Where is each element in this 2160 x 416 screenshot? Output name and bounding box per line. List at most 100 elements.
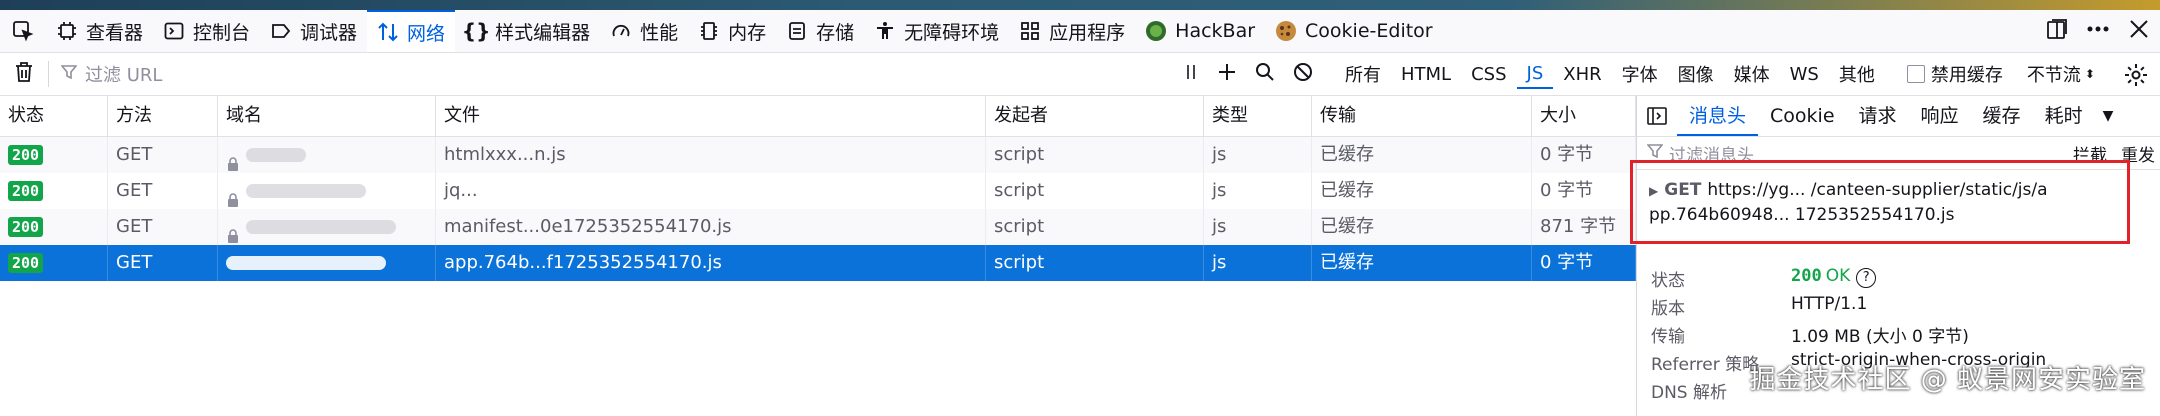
search-icon[interactable] <box>1255 62 1275 87</box>
memory-icon <box>698 20 720 42</box>
block-button[interactable]: 拦截 <box>2073 141 2107 166</box>
request-summary[interactable]: ▶ GET https://yg... /canteen-supplier/stat… <box>1637 170 2160 250</box>
redacted-domain <box>246 220 396 234</box>
trash-icon <box>14 61 34 88</box>
col-file[interactable]: 文件 <box>436 96 986 136</box>
tab-label: 控制台 <box>193 21 251 44</box>
gear-icon[interactable] <box>2124 63 2148 92</box>
toolbar-right-controls <box>2046 10 2150 52</box>
table-row[interactable]: 200 GET htmlxxx...n.js script js 已缓存 0 字… <box>0 137 1636 173</box>
type-filter-7[interactable]: 媒体 <box>1724 59 1780 89</box>
dock-icon[interactable] <box>2046 18 2068 45</box>
table-row[interactable]: 200 GET jq... script js 已缓存 0 字节 <box>0 173 1636 209</box>
tab-cookie[interactable]: Cookie <box>1758 96 1847 136</box>
tab-network[interactable]: 网络 <box>367 10 456 52</box>
tab-performance[interactable]: 性能 <box>600 10 688 52</box>
tab-console[interactable]: 控制台 <box>153 10 260 52</box>
checkbox[interactable] <box>1906 65 1925 83</box>
tab-memory[interactable]: 内存 <box>688 10 776 52</box>
throttle-select[interactable]: 不节流 ⬍ <box>2027 61 2095 87</box>
request-url-line2: pp.764b60948... 1725352554170.js <box>1649 205 1955 225</box>
col-initiator[interactable]: 发起者 <box>986 96 1204 136</box>
tab-application[interactable]: 应用程序 <box>1009 10 1135 52</box>
close-icon[interactable] <box>2128 18 2150 45</box>
type-filter-1[interactable]: HTML <box>1391 59 1461 89</box>
tab-label: 样式编辑器 <box>495 21 591 44</box>
performance-icon <box>610 20 632 42</box>
block-icon[interactable] <box>1293 62 1313 87</box>
method-cell: GET <box>108 209 218 245</box>
type-filter-9[interactable]: 其他 <box>1829 59 1885 89</box>
tab-response[interactable]: 响应 <box>1909 96 1971 136</box>
field-key: 传输 <box>1651 327 1685 347</box>
tab-style-editor[interactable]: {} 样式编辑器 <box>455 10 600 52</box>
status-badge: 200 <box>8 217 44 237</box>
field-version: 版本 HTTP/1.1 <box>1651 294 1867 319</box>
tab-accessibility[interactable]: 无障碍环境 <box>864 10 1009 52</box>
tab-cookie-editor[interactable]: Cookie-Editor <box>1265 10 1443 52</box>
tab-debugger[interactable]: 调试器 <box>260 10 367 52</box>
initiator-cell: script <box>986 209 1204 245</box>
type-cell: js <box>1204 173 1312 209</box>
request-url-line1: https://yg... /canteen-supplier/static/j… <box>1707 180 2048 200</box>
storage-icon <box>786 20 808 42</box>
lock-icon <box>226 148 240 171</box>
toggle-panel-icon[interactable] <box>1637 107 1677 125</box>
col-size[interactable]: 大小 <box>1532 96 1636 136</box>
url-filter-input[interactable]: 过滤 URL <box>49 61 1171 87</box>
more-icon[interactable] <box>2086 18 2110 45</box>
tab-storage[interactable]: 存储 <box>776 10 864 52</box>
type-cell: js <box>1204 137 1312 173</box>
type-filter-0[interactable]: 所有 <box>1335 59 1391 89</box>
accessibility-icon <box>874 20 896 42</box>
resend-button[interactable]: 重发 <box>2121 141 2155 166</box>
tab-headers[interactable]: 消息头 <box>1677 96 1759 136</box>
requests-table: 状态 方法 域名 文件 发起者 类型 传输 大小 200 GET htmlxxx… <box>0 96 1636 281</box>
initiator-cell: script <box>986 137 1204 173</box>
size-cell: 0 字节 <box>1532 173 1636 209</box>
tab-hackbar[interactable]: HackBar <box>1135 10 1265 52</box>
size-cell: 0 字节 <box>1532 245 1636 281</box>
type-filter-3[interactable]: JS <box>1516 59 1554 89</box>
col-type[interactable]: 类型 <box>1204 96 1312 136</box>
overflow-chevron-icon[interactable]: ▼ <box>2095 108 2122 124</box>
plus-icon[interactable] <box>1217 62 1237 87</box>
pick-element-button[interactable] <box>0 10 46 52</box>
type-filter-6[interactable]: 图像 <box>1668 59 1724 89</box>
col-method[interactable]: 方法 <box>108 96 218 136</box>
status-badge: 200 <box>8 145 44 165</box>
tab-label: 调试器 <box>300 21 358 44</box>
expand-triangle-icon[interactable]: ▶ <box>1649 184 1658 198</box>
status-code: 200 <box>1791 266 1822 286</box>
type-filter-8[interactable]: WS <box>1780 59 1829 89</box>
tab-request[interactable]: 请求 <box>1847 96 1909 136</box>
col-status[interactable]: 状态 <box>0 96 108 136</box>
tab-label: 应用程序 <box>1049 21 1126 44</box>
type-cell: js <box>1204 209 1312 245</box>
type-filter-5[interactable]: 字体 <box>1612 59 1668 89</box>
tab-label: Cookie-Editor <box>1305 20 1433 42</box>
col-domain[interactable]: 域名 <box>218 96 436 136</box>
field-value: 200 OK? <box>1791 266 1877 291</box>
style-editor-icon: {} <box>461 19 491 43</box>
redacted-domain <box>226 256 386 270</box>
tab-timings[interactable]: 耗时 <box>2033 96 2095 136</box>
table-row[interactable]: 200 GET manifest...0e1725352554170.js sc… <box>0 209 1636 245</box>
tab-cache[interactable]: 缓存 <box>1971 96 2033 136</box>
domain-cell <box>218 173 436 209</box>
help-icon[interactable]: ? <box>1856 267 1877 288</box>
col-transfer[interactable]: 传输 <box>1312 96 1532 136</box>
tab-label: 存储 <box>816 21 855 44</box>
headers-filter-input[interactable]: 过滤消息头 拦截 重发 <box>1637 137 2160 170</box>
pause-icon[interactable] <box>1183 63 1199 86</box>
type-filter-2[interactable]: CSS <box>1461 59 1516 89</box>
clear-button[interactable] <box>0 61 48 88</box>
network-icon <box>377 21 399 43</box>
disable-cache-toggle[interactable]: 禁用缓存 <box>1906 61 2003 87</box>
type-filter-4[interactable]: XHR <box>1553 59 1611 89</box>
file-cell: manifest...0e1725352554170.js <box>436 209 986 245</box>
tab-inspector[interactable]: 查看器 <box>46 10 153 52</box>
transfer-cell: 已缓存 <box>1312 173 1532 209</box>
type-cell: js <box>1204 245 1312 281</box>
table-row-selected[interactable]: 200 GET app.764b...f1725352554170.js scr… <box>0 245 1636 281</box>
